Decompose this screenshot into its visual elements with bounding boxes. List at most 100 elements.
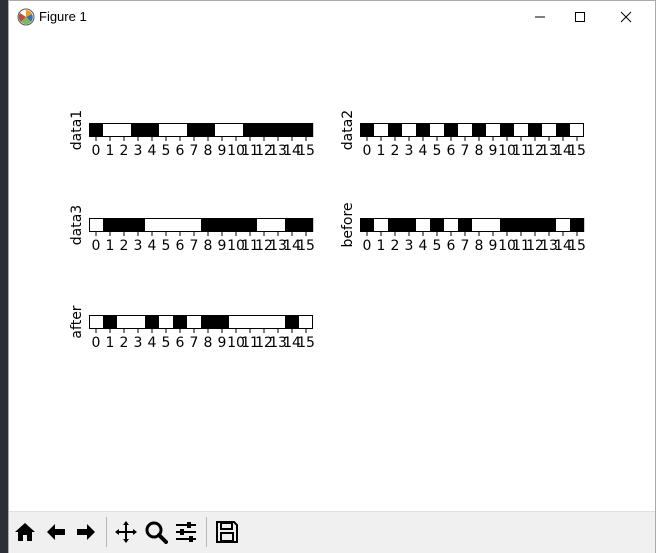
home-icon (15, 523, 35, 541)
cell-data2-3 (402, 123, 417, 137)
cell-data3-3 (131, 218, 146, 232)
zoom-button[interactable] (142, 518, 170, 546)
x-tick-label: 5 (162, 335, 171, 351)
cell-before-1 (374, 218, 389, 232)
x-tick-label: 3 (134, 143, 143, 159)
x-tick-label: 4 (148, 335, 157, 351)
cell-data2-11 (514, 123, 529, 137)
x-tick-label: 15 (297, 238, 315, 254)
x-tick-label: 15 (568, 143, 586, 159)
x-tick-label: 6 (447, 238, 456, 254)
maximize-icon (575, 11, 585, 22)
cell-data3-2 (117, 218, 132, 232)
matplotlib-app-icon (17, 8, 35, 26)
cell-data3-11 (243, 218, 258, 232)
cell-data1-6 (173, 123, 188, 137)
panel-data3: 0 1 2 3 4 5 6 7 8 9 101112131415data3 (69, 205, 315, 254)
cell-after-13 (271, 315, 286, 329)
configure-subplots-icon (176, 522, 196, 542)
x-tick-label: 1 (377, 238, 386, 254)
cell-before-14 (556, 218, 571, 232)
cell-data1-2 (117, 123, 132, 137)
cell-after-14 (285, 315, 300, 329)
cell-data1-3 (131, 123, 146, 137)
x-tick-label: 5 (433, 143, 442, 159)
cell-data3-14 (285, 218, 300, 232)
forward-button[interactable] (72, 518, 100, 546)
x-tick-label: 4 (148, 238, 157, 254)
cell-data3-7 (187, 218, 202, 232)
save-icon (216, 521, 238, 543)
cell-data3-0 (89, 218, 104, 232)
cell-before-7 (458, 218, 473, 232)
title-bar[interactable]: Figure 1 (9, 1, 655, 32)
x-tick-label: 4 (419, 143, 428, 159)
cell-before-15 (570, 218, 585, 232)
cell-data3-8 (201, 218, 216, 232)
x-tick-label: 2 (120, 238, 129, 254)
cell-before-11 (514, 218, 529, 232)
maximize-button[interactable] (557, 1, 603, 32)
x-tick-label: 9 (489, 143, 498, 159)
x-tick-label: 15 (297, 335, 315, 351)
zoom-icon (145, 521, 168, 544)
x-tick-label: 1 (377, 143, 386, 159)
pan-icon (115, 521, 137, 543)
x-tick-label: 3 (134, 238, 143, 254)
cell-data3-5 (159, 218, 174, 232)
x-tick-label: 8 (475, 143, 484, 159)
figure-window: Figure 1 0 1 2 3 4 5 6 7 8 9 10 11 12 13 14 15 data1 0 1 2 3… (8, 0, 656, 553)
pan-button[interactable] (112, 518, 140, 546)
panel-data1: 0 1 2 3 4 5 6 7 8 9 101112131415data1 (69, 110, 315, 159)
x-tick-label: 5 (433, 238, 442, 254)
x-tick-label: 8 (204, 238, 213, 254)
x-tick-label: 6 (176, 335, 185, 351)
x-tick-label: 0 (92, 143, 101, 159)
x-tick-label: 8 (204, 335, 213, 351)
figure-canvas[interactable]: 0 1 2 3 4 5 6 7 8 9 10 11 12 13 14 15 data1 0 1 2 3 4 5 6 7 8 9 10 1… (9, 32, 655, 511)
cell-after-4 (145, 315, 160, 329)
cell-data1-12 (257, 123, 272, 137)
close-button[interactable] (603, 1, 649, 32)
x-tick-label: 3 (405, 238, 414, 254)
cell-before-9 (486, 218, 501, 232)
x-tick-label: 6 (176, 238, 185, 254)
home-button[interactable] (11, 518, 39, 546)
navigation-toolbar (9, 511, 655, 553)
cell-data2-6 (444, 123, 459, 137)
cell-data1-8 (201, 123, 216, 137)
cell-data2-15 (570, 123, 585, 137)
cell-data1-14 (285, 123, 300, 137)
x-tick-label: 7 (190, 238, 199, 254)
y-axis-label: data3 (69, 205, 85, 245)
x-tick-label: 15 (568, 238, 586, 254)
x-tick-label: 1 (106, 335, 115, 351)
x-tick-label: 1 (106, 143, 115, 159)
desktop-background (0, 0, 8, 553)
cell-after-0 (89, 315, 104, 329)
cell-data3-10 (229, 218, 244, 232)
cell-data3-6 (173, 218, 188, 232)
cell-data3-9 (215, 218, 230, 232)
cell-after-5 (159, 315, 174, 329)
cell-data1-11 (243, 123, 258, 137)
cell-before-5 (430, 218, 445, 232)
toolbar-separator (106, 517, 107, 547)
cell-after-10 (229, 315, 244, 329)
x-tick-label: 1 (106, 238, 115, 254)
x-tick-label: 7 (190, 335, 199, 351)
minimize-icon (535, 16, 545, 17)
close-icon (620, 11, 632, 22)
toolbar-separator (206, 517, 207, 547)
x-tick-label: 8 (475, 238, 484, 254)
cell-data2-12 (528, 123, 543, 137)
x-tick-label: 0 (363, 238, 372, 254)
y-axis-label: data1 (69, 110, 85, 150)
cell-data2-0 (360, 123, 375, 137)
back-button[interactable] (42, 518, 70, 546)
configure-subplots-button[interactable] (172, 518, 200, 546)
x-tick-label: 2 (391, 238, 400, 254)
forward-arrow-icon (77, 524, 95, 540)
cell-after-7 (187, 315, 202, 329)
save-button[interactable] (213, 518, 241, 546)
